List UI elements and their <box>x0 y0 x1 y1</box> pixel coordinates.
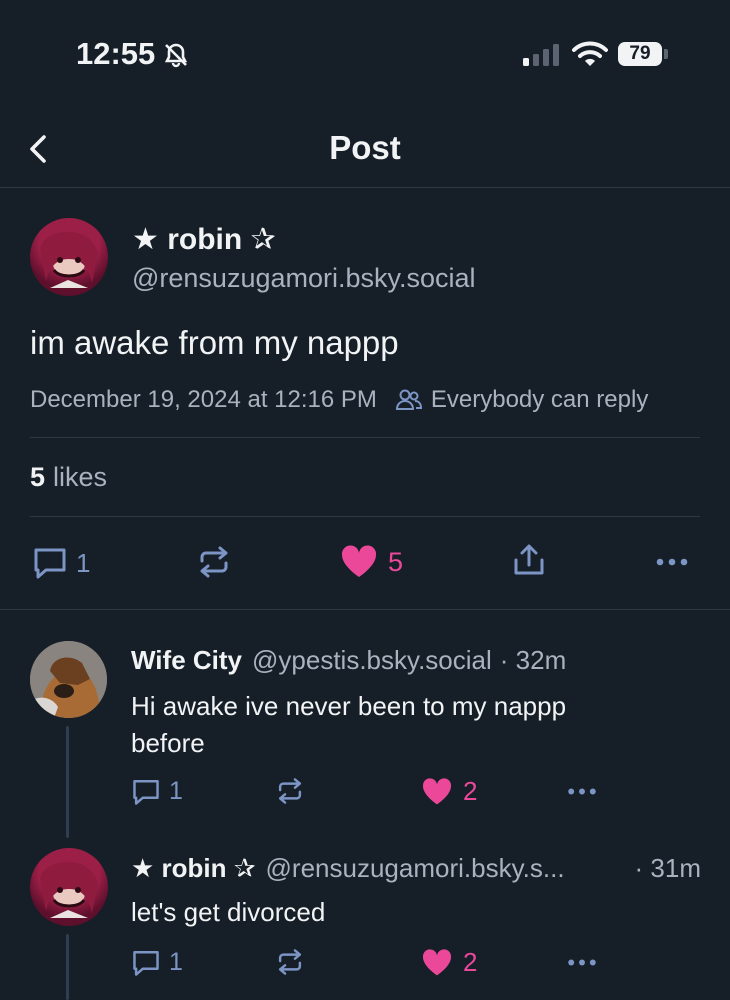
likes-summary[interactable]: 5 likes <box>30 462 107 493</box>
post-author-handle[interactable]: @rensuzugamori.bsky.social <box>132 263 476 294</box>
reply-count: 1 <box>76 547 91 578</box>
avatar[interactable] <box>30 848 108 926</box>
like-count: 5 <box>388 546 404 577</box>
like-button[interactable]: 5 <box>340 545 403 579</box>
post-text: im awake from my nappp <box>30 324 399 361</box>
battery-tip <box>664 49 668 59</box>
more-options-icon[interactable] <box>566 958 598 967</box>
divider <box>30 516 700 517</box>
wifi-icon <box>572 41 608 66</box>
comment-icon <box>34 548 66 579</box>
avatar[interactable] <box>30 218 108 296</box>
reply-button[interactable]: 1 <box>131 777 183 806</box>
heart-filled-icon <box>422 777 452 804</box>
page-title: Post <box>329 129 401 166</box>
heart-filled-icon <box>341 545 377 577</box>
reply-count: 1 <box>169 777 183 805</box>
signal-icon <box>523 44 559 66</box>
reply-header: Wife City @ypestis.bsky.social · 32m <box>131 645 566 676</box>
avatar[interactable] <box>30 641 107 718</box>
like-button[interactable]: 2 <box>421 947 477 978</box>
reply-button[interactable]: 1 <box>32 546 90 580</box>
silent-bell-icon <box>164 43 188 68</box>
reply-author-name[interactable]: Wife City <box>131 645 242 676</box>
reply-text: let's get divorced <box>131 897 326 927</box>
post-author-name[interactable]: ★ robin ✰ <box>132 222 276 257</box>
status-time: 12:55 <box>76 36 156 71</box>
post-meta: December 19, 2024 at 12:16 PM Everybody … <box>30 386 648 414</box>
post-divider <box>0 609 730 610</box>
likes-count: 5 <box>30 462 46 492</box>
divider <box>30 437 700 438</box>
reply-author-name[interactable]: ★ robin ✰ <box>131 853 256 884</box>
post-timestamp[interactable]: December 19, 2024 at 12:16 PM <box>30 386 377 414</box>
reply-button[interactable]: 1 <box>131 948 183 977</box>
reply-time[interactable]: · 32m <box>500 645 566 676</box>
reply-time[interactable]: · 31m <box>635 853 701 884</box>
reply-text-line: Hi awake ive never been to my nappp <box>131 691 567 721</box>
likes-label: likes <box>53 462 108 492</box>
like-button[interactable]: 2 <box>421 776 477 807</box>
thread-line <box>66 726 69 838</box>
like-count: 2 <box>463 947 478 977</box>
reply-header: ★ robin ✰ @rensuzugamori.bsky.s... · 31m <box>131 853 701 884</box>
reply-count: 1 <box>169 948 183 976</box>
comment-icon <box>133 779 159 805</box>
reply-text: Hi awake ive never been to my nappp befo… <box>131 688 566 762</box>
repost-icon[interactable] <box>275 948 305 976</box>
share-icon[interactable] <box>511 543 547 579</box>
comment-icon <box>133 950 159 976</box>
battery-icon: 79 <box>618 42 662 66</box>
reply-author-handle[interactable]: @ypestis.bsky.social <box>252 645 492 676</box>
people-icon <box>395 389 422 410</box>
reply-author-handle[interactable]: @rensuzugamori.bsky.s... <box>266 853 565 884</box>
like-count: 2 <box>463 776 478 806</box>
thread-line <box>66 934 69 1000</box>
repost-icon[interactable] <box>275 777 305 805</box>
reply-text-line: before <box>131 728 205 758</box>
more-options-icon[interactable] <box>566 787 598 796</box>
repost-icon[interactable] <box>196 545 232 579</box>
header-divider <box>0 187 730 188</box>
battery-level: 79 <box>629 43 651 64</box>
reply-setting[interactable]: Everybody can reply <box>431 386 648 414</box>
more-options-icon[interactable] <box>655 557 689 567</box>
heart-filled-icon <box>422 948 452 975</box>
